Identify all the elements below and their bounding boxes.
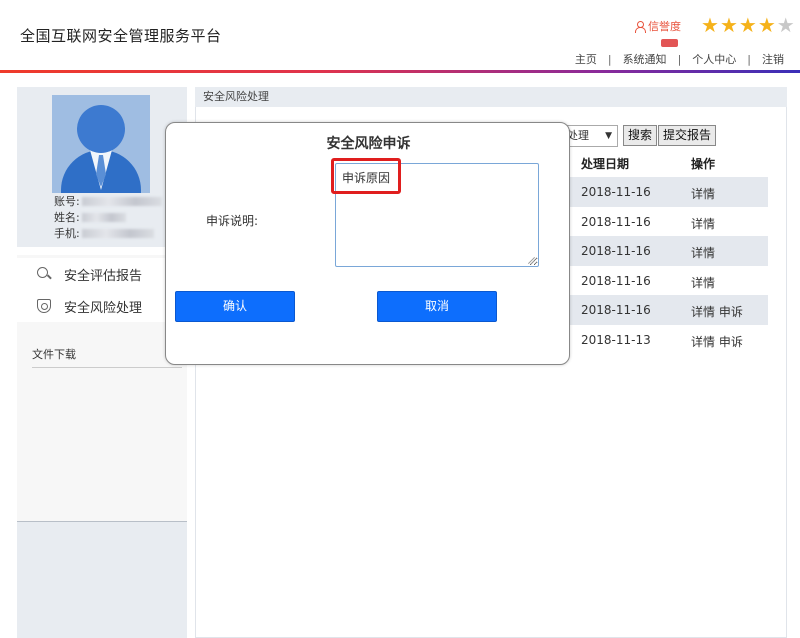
sidebar-footer	[17, 521, 187, 638]
avatar	[52, 95, 150, 193]
person-icon	[634, 20, 646, 33]
nav-separator: |	[747, 52, 751, 66]
cell-action-link[interactable]: 详情	[691, 215, 715, 232]
cell-date: 2018-11-16	[581, 274, 651, 288]
phone-row: 手机:	[54, 225, 154, 241]
submit-report-button[interactable]: 提交报告	[658, 125, 716, 146]
star-icon: ★	[701, 13, 719, 37]
column-header-action: 操作	[691, 157, 716, 171]
panel-title: 安全风险处理	[195, 87, 787, 107]
cell-action-link[interactable]: 详情	[691, 185, 715, 202]
name-label: 姓名:	[54, 211, 80, 224]
cell-date: 2018-11-16	[581, 244, 651, 258]
sidebar-item-label: 安全风险处理	[64, 300, 143, 316]
credit-stars: ★ ★ ★ ★ ★	[701, 14, 795, 36]
notification-badge	[661, 39, 678, 47]
nav-logout[interactable]: 注销	[762, 51, 784, 67]
cell-date: 2018-11-16	[581, 303, 651, 317]
account-row: 账号:	[54, 193, 162, 209]
appeal-description-textarea[interactable]: 申诉原因	[335, 163, 539, 267]
appeal-dialog: 安全风险申诉 申诉说明: 申诉原因 确认 取消	[165, 122, 570, 365]
cell-date: 2018-11-16	[581, 185, 651, 199]
phone-value-redacted	[81, 228, 154, 238]
top-nav: 主页 | 系统通知 | 个人中心 | 注销	[575, 51, 784, 67]
cell-action-link[interactable]: 详情 申诉	[691, 303, 743, 320]
star-icon: ★	[719, 13, 738, 37]
dialog-title: 安全风险申诉	[326, 136, 411, 152]
nav-separator: |	[677, 52, 682, 66]
confirm-button[interactable]: 确认	[175, 291, 295, 322]
column-header-date: 处理日期	[581, 157, 630, 171]
star-icon: ★	[738, 13, 757, 37]
cell-date: 2018-11-13	[581, 333, 651, 347]
phone-label: 手机:	[54, 227, 80, 240]
nav-separator: |	[607, 52, 612, 66]
chevron-down-icon: ▼	[605, 131, 612, 141]
account-label: 账号:	[54, 195, 80, 208]
nav-profile[interactable]: 个人中心	[692, 51, 736, 67]
cell-action-link[interactable]: 详情 申诉	[691, 333, 743, 350]
shield-icon	[37, 299, 51, 313]
account-value-redacted	[81, 196, 162, 206]
cell-action-link[interactable]: 详情	[691, 274, 715, 291]
cancel-button[interactable]: 取消	[377, 291, 497, 322]
sidebar-item-risk-handling[interactable]: 安全风险处理	[17, 290, 187, 322]
header-divider	[0, 70, 800, 73]
nav-home[interactable]: 主页	[575, 51, 597, 67]
search-button[interactable]: 搜索	[623, 125, 657, 146]
search-icon	[37, 267, 51, 281]
file-downloads-link[interactable]: 文件下载	[32, 346, 182, 368]
header: 全国互联网安全管理服务平台 信誉度 ★ ★ ★ ★ ★ 主页 | 系统通知 | …	[0, 0, 800, 72]
cell-date: 2018-11-16	[581, 215, 651, 229]
nav-notifications[interactable]: 系统通知	[623, 51, 667, 67]
credit-label[interactable]: 信誉度	[634, 18, 681, 34]
sidebar-item-label: 安全评估报告	[64, 268, 143, 284]
credit-text: 信誉度	[648, 20, 681, 33]
name-value-redacted	[81, 212, 126, 222]
app-title: 全国互联网安全管理服务平台	[20, 27, 222, 45]
star-icon: ★	[757, 13, 776, 37]
name-row: 姓名:	[54, 209, 126, 225]
resize-grip-icon[interactable]	[527, 256, 535, 264]
star-empty-icon: ★	[776, 13, 795, 37]
appeal-description-label: 申诉说明:	[206, 214, 259, 228]
sidebar-item-assessment-report[interactable]: 安全评估报告	[17, 258, 187, 290]
cell-action-link[interactable]: 详情	[691, 244, 715, 261]
